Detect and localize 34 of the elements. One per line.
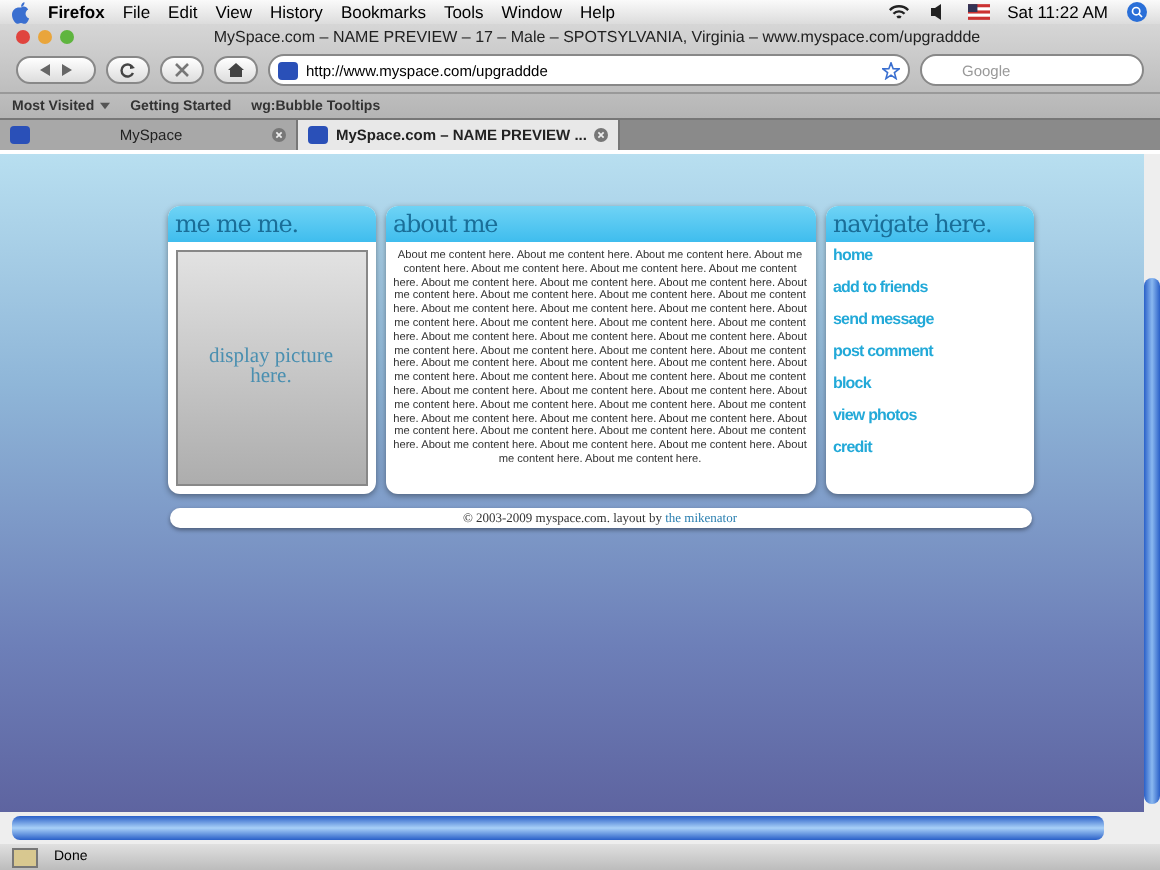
- card-heading: me me me.: [167, 206, 375, 242]
- horizontal-scrollbar[interactable]: [0, 812, 1160, 844]
- menu-item[interactable]: Bookmarks: [340, 2, 426, 22]
- menu-item[interactable]: File: [122, 2, 151, 22]
- status-icon: [12, 847, 38, 867]
- apple-icon[interactable]: [12, 1, 30, 23]
- back-forward-button[interactable]: [16, 56, 96, 84]
- card-heading: navigate here.: [825, 206, 1033, 242]
- app-menu[interactable]: Firefox: [48, 2, 105, 22]
- menu-item[interactable]: History: [269, 2, 323, 22]
- menu-item[interactable]: Edit: [168, 2, 198, 22]
- close-tab-icon[interactable]: [594, 128, 609, 142]
- reload-icon: [120, 62, 136, 78]
- search-icon[interactable]: [1126, 2, 1148, 22]
- flag-icon[interactable]: [967, 2, 990, 22]
- menu-item[interactable]: View: [215, 2, 252, 22]
- menu-item[interactable]: Help: [580, 2, 616, 22]
- clock[interactable]: Sat 11:22 AM: [1007, 2, 1108, 22]
- wifi-icon[interactable]: [887, 2, 910, 22]
- home-icon: [228, 62, 244, 78]
- stop-button[interactable]: [160, 56, 204, 84]
- close-tab-icon[interactable]: [272, 128, 286, 142]
- reload-button[interactable]: [106, 56, 150, 84]
- card-heading: about me: [385, 206, 815, 242]
- menu-item[interactable]: Tools: [443, 2, 484, 22]
- placeholder-text: display picture here.: [206, 348, 336, 388]
- star-icon[interactable]: [882, 61, 900, 79]
- home-button[interactable]: [214, 56, 258, 84]
- close-icon[interactable]: [16, 29, 30, 43]
- window-title: MySpace.com – NAME PREVIEW – 17 – Male – SPOTSYLVANIA, Virginia – www.myspace.com/upgraddde: [211, 27, 983, 45]
- vertical-scrollbar[interactable]: [1144, 154, 1160, 812]
- menu-item[interactable]: Window: [501, 2, 563, 22]
- caret-icon: [100, 101, 111, 109]
- close-icon: [174, 62, 190, 78]
